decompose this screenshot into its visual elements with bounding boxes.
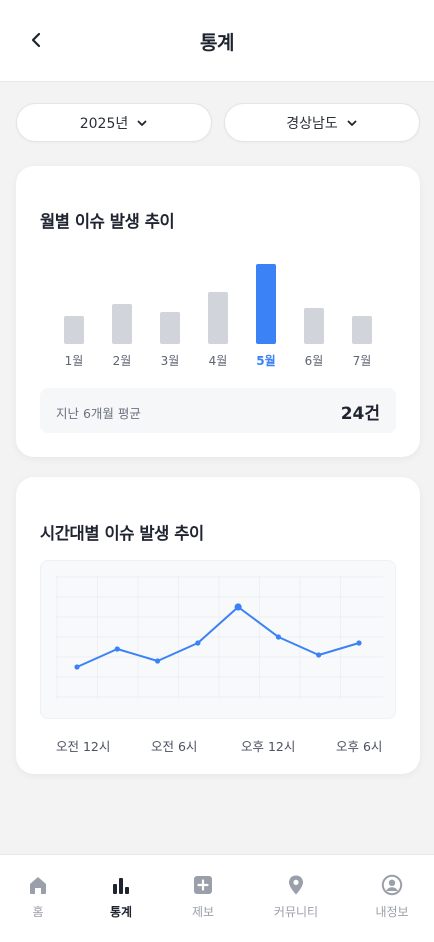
- x-tick-label: 오전 12시: [56, 739, 111, 754]
- data-point: [154, 658, 161, 664]
- data-point: [195, 640, 201, 646]
- data-point: [356, 640, 362, 646]
- chevron-down-icon: [347, 120, 357, 126]
- hourly-trend-card: 시간대별 이슈 발생 추이 오전 12시 오전 6시 오후 12시 오후 6시: [16, 477, 420, 774]
- data-point: [114, 646, 120, 652]
- bar-label-6: 6월: [305, 354, 324, 368]
- nav-label-community: 커뮤니티: [273, 905, 319, 919]
- plus-square-icon: [191, 873, 215, 897]
- chevron-down-icon: [137, 120, 147, 126]
- bar-chart-icon: [109, 873, 133, 897]
- bar-label-3: 3월: [161, 354, 180, 368]
- bar-5: [256, 264, 276, 344]
- line-chart-area: [40, 560, 396, 719]
- bar-label-4: 4월: [209, 354, 228, 368]
- bar-4: [208, 292, 228, 344]
- data-point: [316, 652, 322, 658]
- data-point: [234, 603, 242, 611]
- nav-item-stats[interactable]: 통계: [81, 855, 161, 942]
- user-circle-icon: [380, 873, 404, 897]
- bar-1: [64, 316, 84, 344]
- nav-label-stats: 통계: [109, 905, 133, 919]
- average-summary: 지난 6개월 평균 24건: [40, 388, 396, 433]
- bottom-navigation: 홈 통계 제보 커뮤니티 내정보: [0, 854, 434, 942]
- x-tick-label: 오전 6시: [151, 739, 198, 754]
- x-tick-label: 오후 6시: [336, 739, 383, 754]
- nav-label-home: 홈: [32, 905, 44, 919]
- average-value: 24건: [340, 404, 380, 424]
- year-select-value: 2025년: [79, 115, 129, 132]
- monthly-trend-card: 월별 이슈 발생 추이 1월 2월 3월 4월 5월 6월 7월 지난 6개월 평균 24건: [16, 166, 420, 457]
- nav-label-profile: 내정보: [375, 905, 409, 919]
- bar-2: [112, 304, 132, 344]
- data-point: [275, 634, 282, 640]
- nav-item-profile[interactable]: 내정보: [352, 855, 432, 942]
- bar-label-2: 2월: [113, 354, 132, 368]
- monthly-bar-chart: 1월 2월 3월 4월 5월 6월 7월: [64, 264, 372, 368]
- x-tick-label: 오후 12시: [241, 739, 296, 754]
- bar-3: [160, 312, 180, 344]
- hourly-line-chart: [55, 575, 383, 699]
- nav-label-report: 제보: [191, 905, 215, 919]
- data-point: [74, 664, 80, 670]
- nav-item-home[interactable]: 홈: [0, 855, 78, 942]
- bar-label-7: 7월: [353, 354, 372, 368]
- region-select[interactable]: 경상남도: [224, 103, 420, 142]
- bar-6: [304, 308, 324, 344]
- region-select-value: 경상남도: [286, 115, 338, 132]
- hourly-card-title: 시간대별 이슈 발생 추이: [40, 524, 204, 543]
- bar-7: [352, 316, 372, 344]
- page-title: 통계: [200, 32, 234, 54]
- average-label: 지난 6개월 평균: [56, 406, 141, 421]
- nav-item-report[interactable]: 제보: [163, 855, 243, 942]
- bar-label-1: 1월: [65, 354, 84, 368]
- map-pin-icon: [284, 873, 308, 897]
- nav-item-community[interactable]: 커뮤니티: [256, 855, 336, 942]
- year-select[interactable]: 2025년: [16, 103, 212, 142]
- home-icon: [26, 873, 50, 897]
- app-header: 통계: [0, 0, 434, 82]
- bar-label-5: 5월: [256, 353, 275, 368]
